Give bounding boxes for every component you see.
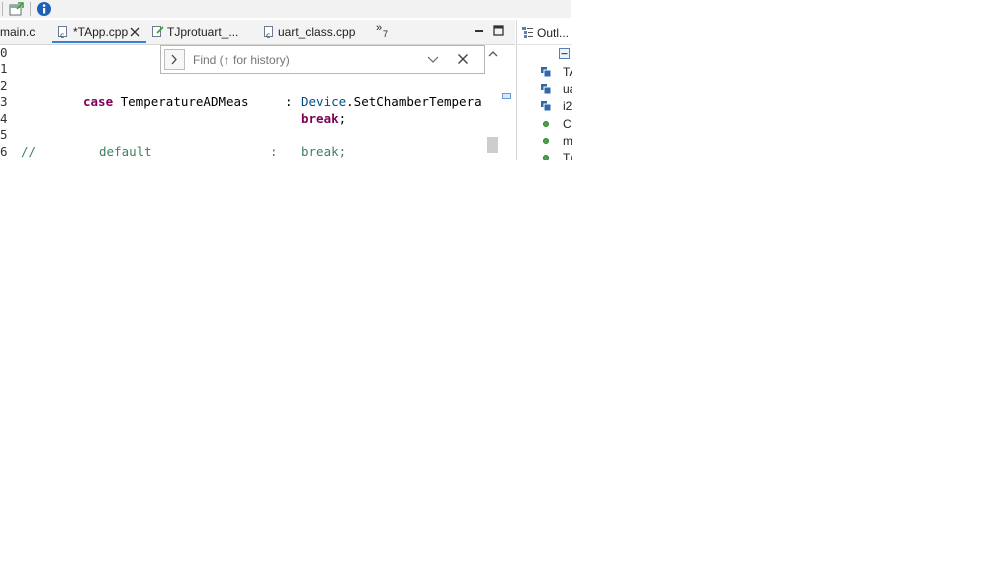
close-icon[interactable] (457, 53, 469, 68)
outline-item[interactable]: i2 (563, 99, 572, 113)
code-call: .SetChamberTempera (346, 94, 482, 109)
code-identifier: TemperatureADMeas (113, 94, 249, 109)
outline-item[interactable]: m (563, 134, 572, 148)
struct-icon (541, 84, 551, 94)
function-icon (543, 138, 549, 144)
tab-label: *TApp.cpp (73, 25, 129, 39)
code-keyword: break (301, 111, 339, 126)
line-number: 5 (0, 127, 8, 142)
info-icon[interactable] (36, 1, 52, 17)
line-number: 1 (0, 61, 8, 76)
struct-icon (541, 101, 551, 111)
outline-icon (521, 26, 534, 42)
toolbar-separator (30, 2, 31, 16)
code-line: Device.SetChamberTempera (301, 94, 482, 109)
line-number: 0 (0, 45, 8, 60)
line-number: 6 (0, 144, 8, 159)
editor-tab-bar: main.c *TApp.cpp TJprotuart_... uart_cla… (0, 20, 515, 48)
divider (517, 44, 572, 45)
collapse-all-icon[interactable] (559, 48, 570, 62)
code-comment: default (99, 144, 152, 159)
chevron-double-right-icon: » (376, 22, 383, 34)
code-comment: : (270, 144, 278, 159)
cpp-file-icon (264, 24, 273, 48)
tab-label: main.c (0, 25, 36, 39)
chevron-down-icon[interactable] (427, 54, 439, 68)
toolbar (0, 0, 571, 18)
code-comment: // (21, 144, 37, 159)
code-semicolon: ; (338, 111, 347, 126)
cpp-file-icon (58, 24, 67, 48)
outline-title[interactable]: Outl... (537, 26, 569, 40)
toolbar-separator (2, 2, 3, 16)
line-number: 4 (0, 111, 8, 126)
tab-label: uart_class.cpp (278, 25, 356, 39)
expand-replace-button[interactable] (164, 49, 185, 70)
code-object: Device (301, 94, 347, 109)
outline-item[interactable]: TA (563, 65, 572, 79)
maximize-icon[interactable] (493, 25, 504, 39)
tab-tapp-cpp[interactable]: *TApp.cpp (52, 20, 146, 48)
code-comment: break; (301, 144, 347, 159)
chevron-up-icon[interactable] (488, 47, 498, 61)
overview-ruler-marker[interactable] (502, 93, 511, 99)
code-keyword: case (83, 94, 114, 109)
struct-icon (541, 67, 551, 77)
minimize-icon[interactable] (474, 25, 484, 39)
tab-label: TJprotuart_... (167, 25, 239, 39)
scrollbar-thumb[interactable] (487, 137, 498, 153)
find-overlay (160, 45, 485, 74)
outline-item[interactable]: T( (563, 151, 572, 160)
function-icon (543, 121, 549, 127)
overflow-count: 7 (383, 29, 389, 39)
function-icon (543, 155, 549, 160)
line-number: 2 (0, 78, 8, 93)
close-icon[interactable] (130, 20, 140, 45)
edited-file-icon (152, 20, 164, 45)
vertical-scrollbar[interactable] (486, 45, 500, 160)
outline-item[interactable]: Cp (563, 117, 572, 131)
tab-main-c[interactable]: main.c (0, 20, 35, 43)
code-line: break; (301, 111, 346, 126)
new-window-icon[interactable] (9, 1, 25, 17)
code-line: case TemperatureADMeas (83, 94, 249, 109)
find-input[interactable] (189, 49, 457, 70)
outline-view: Outl... TA ua i2 Cp m T( (516, 20, 572, 160)
line-number: 3 (0, 94, 8, 109)
outline-item[interactable]: ua (563, 82, 572, 96)
